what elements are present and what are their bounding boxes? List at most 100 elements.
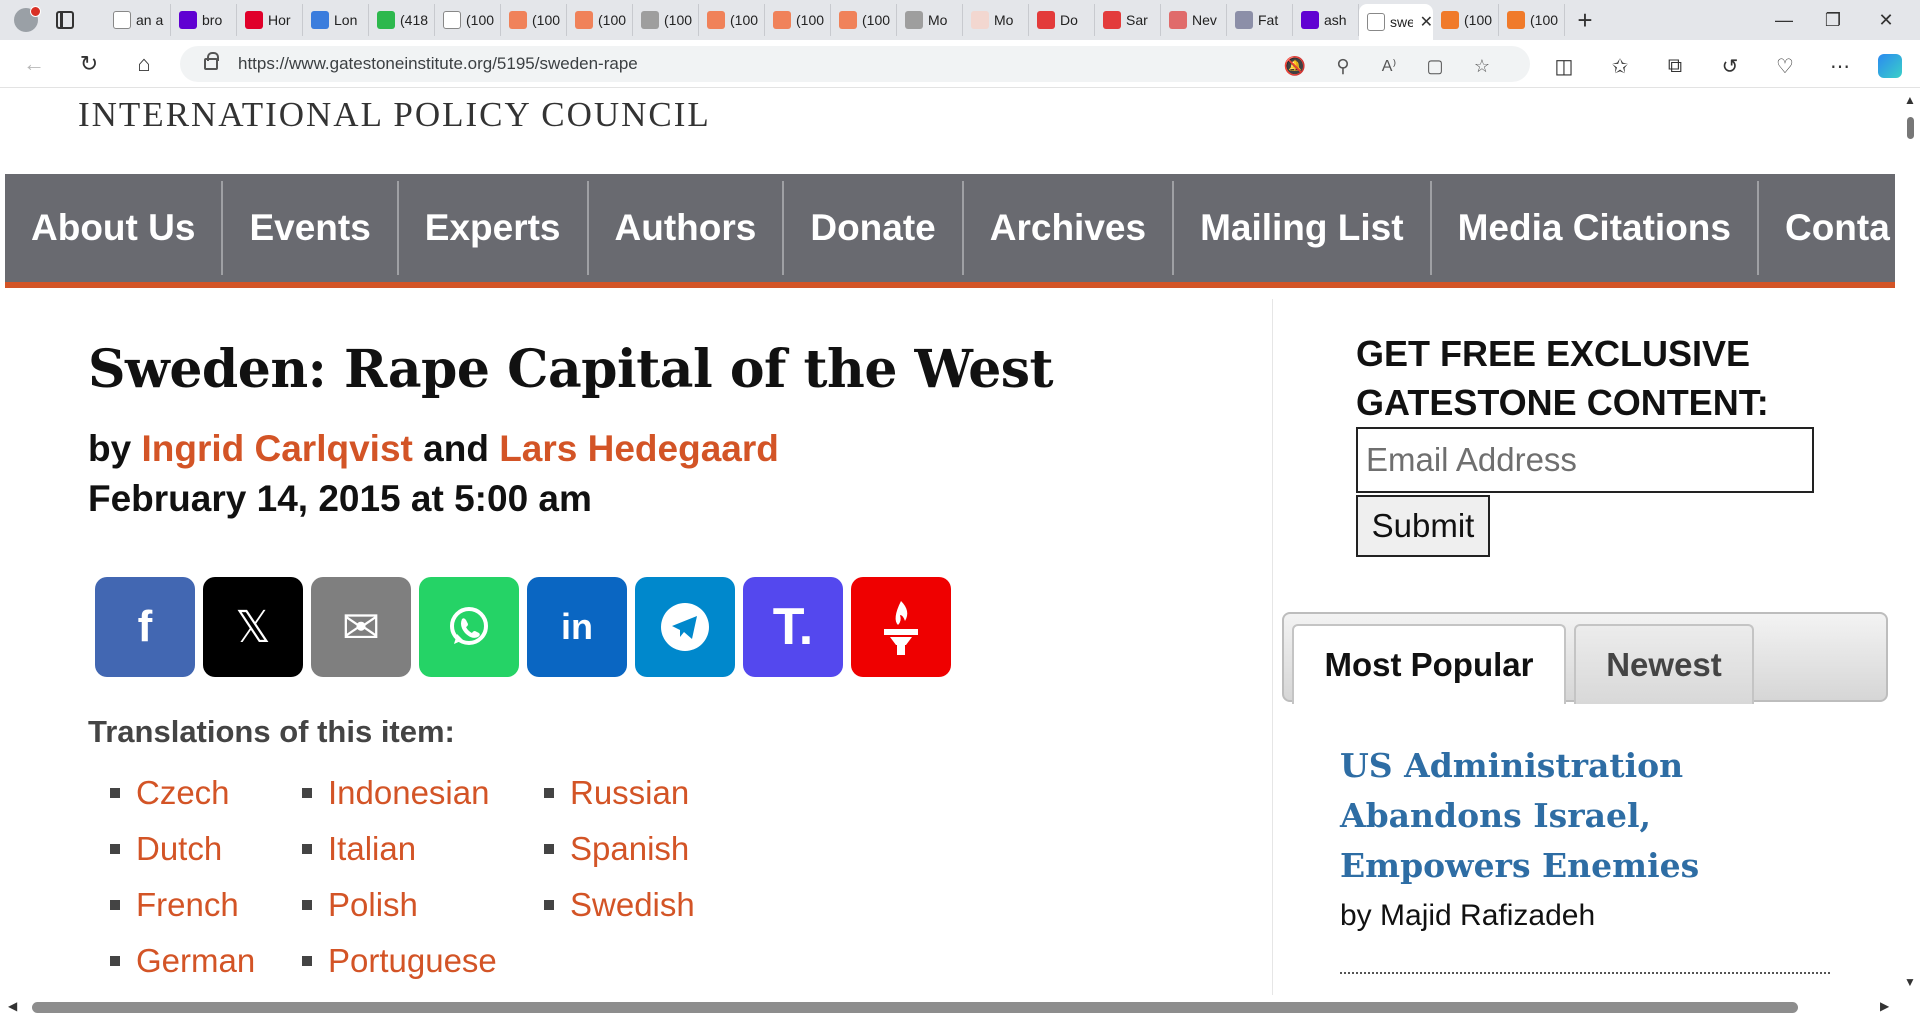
browser-tab[interactable]: an a [105, 4, 171, 36]
horizontal-scrollbar[interactable]: ◀ ▶ [0, 995, 1900, 1020]
lock-icon[interactable] [204, 52, 219, 70]
email-input[interactable] [1356, 427, 1814, 493]
article-title: Sweden: Rape Capital of the West [88, 339, 1054, 400]
popular-article-title[interactable]: US Administration Abandons Israel, Empow… [1340, 741, 1840, 891]
browser-tab[interactable]: bro [171, 4, 237, 36]
translation-czech[interactable]: Czech [110, 765, 255, 821]
zoom-icon[interactable]: ⚲ [1331, 54, 1355, 78]
nav-contact[interactable]: Conta [1759, 181, 1900, 275]
youtube-icon [1103, 11, 1121, 29]
submit-button[interactable]: Submit [1356, 495, 1490, 557]
author-link-1[interactable]: Ingrid Carlqvist [141, 428, 412, 469]
telegram-share-button[interactable] [635, 577, 735, 677]
vertical-scrollbar[interactable]: ▲ ▼ [1900, 89, 1920, 1020]
close-tab-icon[interactable]: ✕ [1420, 12, 1433, 32]
more-options-icon[interactable]: ⋯ [1826, 52, 1854, 80]
nav-experts[interactable]: Experts [399, 181, 589, 275]
browser-essentials-icon[interactable]: ♡ [1771, 52, 1799, 80]
new-tab-button[interactable]: + [1565, 5, 1605, 36]
wordpress-icon [905, 11, 923, 29]
translation-indonesian[interactable]: Indonesian [302, 765, 497, 821]
vertical-scroll-thumb[interactable] [1907, 117, 1914, 139]
tab-newest[interactable]: Newest [1574, 624, 1754, 704]
browser-tab[interactable]: (418 [369, 4, 435, 36]
profile-icon[interactable] [14, 6, 41, 32]
browser-tab[interactable]: Nev [1161, 4, 1227, 36]
collections-icon[interactable]: ⧉ [1661, 52, 1689, 80]
globe-icon [641, 11, 659, 29]
browser-tab[interactable]: swe ✕ [1359, 4, 1433, 40]
linkedin-share-button[interactable]: in [527, 577, 627, 677]
r-icon [1169, 11, 1187, 29]
nav-about-us[interactable]: About Us [5, 181, 224, 275]
translation-portuguese[interactable]: Portuguese [302, 933, 497, 989]
browser-tab[interactable]: Hor [237, 4, 303, 36]
browser-tab[interactable]: (100 [435, 4, 501, 36]
horizontal-scroll-thumb[interactable] [32, 1002, 1798, 1013]
browser-tab[interactable]: (100 [765, 4, 831, 36]
translation-italian[interactable]: Italian [302, 821, 497, 877]
gettr-share-button[interactable] [851, 577, 951, 677]
browser-tab[interactable]: (100 [501, 4, 567, 36]
browser-tab[interactable]: (100 [699, 4, 765, 36]
scroll-down-icon[interactable]: ▼ [1904, 975, 1916, 989]
facebook-share-button[interactable]: f [95, 577, 195, 677]
author-link-2[interactable]: Lars Hedegaard [499, 428, 779, 469]
close-window-button[interactable]: ✕ [1858, 0, 1914, 40]
nav-events[interactable]: Events [223, 181, 399, 275]
favorites-icon[interactable]: ✩ [1606, 52, 1634, 80]
url-text[interactable]: https://www.gatestoneinstitute.org/5195/… [238, 54, 638, 74]
history-icon[interactable]: ↺ [1716, 52, 1744, 80]
tab-actions-icon[interactable] [56, 11, 74, 29]
bookmark-icon [839, 11, 857, 29]
browser-tab[interactable]: (100 [633, 4, 699, 36]
translation-polish[interactable]: Polish [302, 877, 497, 933]
x-share-button[interactable]: 𝕏 [203, 577, 303, 677]
scroll-right-icon[interactable]: ▶ [1880, 999, 1889, 1013]
address-bar[interactable]: https://www.gatestoneinstitute.org/5195/… [180, 46, 1530, 82]
browser-toolbar: ← ↻ ⌂ https://www.gatestoneinstitute.org… [0, 40, 1920, 88]
telegram-icon [661, 603, 709, 651]
translation-dutch[interactable]: Dutch [110, 821, 255, 877]
back-button[interactable]: ← [18, 48, 50, 80]
nav-mailing-list[interactable]: Mailing List [1174, 181, 1432, 275]
browser-tab[interactable]: (100 [567, 4, 633, 36]
popular-tabs: Most Popular Newest [1282, 612, 1888, 704]
copilot-icon[interactable] [1878, 54, 1902, 78]
email-share-button[interactable]: ✉ [311, 577, 411, 677]
nav-media-citations[interactable]: Media Citations [1432, 181, 1759, 275]
refresh-button[interactable]: ↻ [73, 48, 105, 80]
notifications-blocked-icon[interactable]: 🔕 [1283, 54, 1307, 78]
favorite-star-icon[interactable]: ☆ [1470, 54, 1494, 78]
restore-button[interactable]: ❐ [1805, 0, 1861, 40]
browser-tab[interactable]: Fat [1227, 4, 1293, 36]
nav-archives[interactable]: Archives [964, 181, 1175, 275]
whatsapp-share-button[interactable] [419, 577, 519, 677]
translation-french[interactable]: French [110, 877, 255, 933]
browser-tab[interactable]: (100 [1433, 4, 1499, 36]
browser-tab[interactable]: Lon [303, 4, 369, 36]
browser-tab[interactable]: Mo [897, 4, 963, 36]
scroll-left-icon[interactable]: ◀ [8, 999, 17, 1013]
nav-donate[interactable]: Donate [784, 181, 964, 275]
read-aloud-icon[interactable]: A⁾ [1377, 54, 1401, 78]
translation-russian[interactable]: Russian [544, 765, 695, 821]
browser-tab[interactable]: ash [1293, 4, 1359, 36]
split-screen-icon[interactable]: ◫ [1550, 52, 1578, 80]
browser-tab[interactable]: Do [1029, 4, 1095, 36]
tab-most-popular[interactable]: Most Popular [1292, 624, 1566, 704]
browser-tab[interactable]: Mo [963, 4, 1029, 36]
browser-tab[interactable]: (100 [1499, 4, 1565, 36]
translation-swedish[interactable]: Swedish [544, 877, 695, 933]
g-icon [377, 11, 395, 29]
browser-tab[interactable]: (100 [831, 4, 897, 36]
nav-authors[interactable]: Authors [589, 181, 785, 275]
translation-spanish[interactable]: Spanish [544, 821, 695, 877]
immersive-reader-icon[interactable]: ▢ [1423, 54, 1447, 78]
translation-german[interactable]: German [110, 933, 255, 989]
browser-tab[interactable]: Sar [1095, 4, 1161, 36]
home-button[interactable]: ⌂ [128, 48, 160, 80]
minimize-button[interactable]: — [1756, 0, 1812, 40]
scroll-up-icon[interactable]: ▲ [1904, 93, 1916, 107]
truth-social-share-button[interactable]: T. [743, 577, 843, 677]
